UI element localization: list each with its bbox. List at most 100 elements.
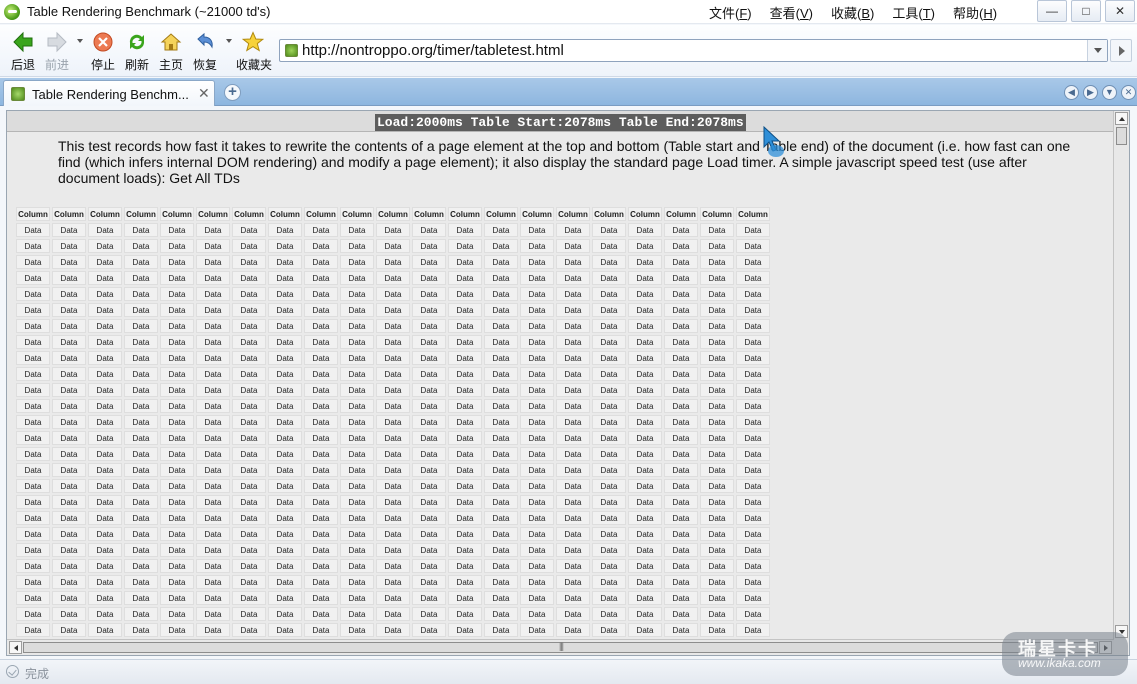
restore-button[interactable]: 恢复	[188, 31, 222, 73]
table-cell: Data	[592, 271, 626, 285]
table-cell: Data	[340, 271, 374, 285]
table-cell: Data	[196, 447, 230, 461]
table-cell: Data	[700, 495, 734, 509]
table-cell: Data	[448, 527, 482, 541]
table-cell: Data	[412, 351, 446, 365]
favorites-button[interactable]: 收藏夹	[236, 31, 272, 73]
refresh-button[interactable]: 刷新	[120, 31, 154, 73]
table-cell: Data	[412, 287, 446, 301]
table-cell: Data	[484, 543, 518, 557]
table-cell: Data	[88, 495, 122, 509]
forward-button[interactable]: 前进	[40, 31, 74, 73]
menu-help[interactable]: 帮助(H)	[944, 2, 1006, 23]
table-cell: Data	[664, 623, 698, 637]
table-cell: Data	[664, 383, 698, 397]
table-cell: Data	[232, 287, 266, 301]
table-cell: Data	[160, 479, 194, 493]
restore-history-dropdown[interactable]	[226, 39, 232, 43]
column-header: Column	[232, 207, 266, 221]
table-cell: Data	[664, 255, 698, 269]
stop-button[interactable]: 停止	[86, 31, 120, 73]
table-cell: Data	[52, 431, 86, 445]
table-cell: Data	[16, 351, 50, 365]
table-cell: Data	[52, 351, 86, 365]
table-cell: Data	[484, 303, 518, 317]
vertical-scroll-thumb[interactable]	[1116, 127, 1127, 145]
menu-bar: 文件(F) 查看(V) 收藏(B) 工具(T) 帮助(H)	[700, 2, 1006, 23]
status-text: 完成	[25, 667, 50, 681]
table-cell: Data	[736, 479, 770, 493]
table-cell: Data	[664, 319, 698, 333]
back-button[interactable]: 后退	[6, 31, 40, 73]
table-cell: Data	[556, 527, 590, 541]
table-cell: Data	[124, 287, 158, 301]
menu-file[interactable]: 文件(F)	[700, 2, 761, 23]
table-cell: Data	[520, 367, 554, 381]
column-header: Column	[412, 207, 446, 221]
table-cell: Data	[664, 271, 698, 285]
new-tab-button[interactable]: +	[224, 84, 241, 101]
table-cell: Data	[16, 335, 50, 349]
timer-readout: Load:2000ms Table Start:2078ms Table End…	[375, 114, 746, 131]
menu-tools[interactable]: 工具(T)	[883, 2, 944, 23]
table-cell: Data	[88, 479, 122, 493]
url-input[interactable]	[302, 41, 1082, 60]
menu-favorites[interactable]: 收藏(B)	[822, 2, 883, 23]
scroll-left-icon[interactable]	[9, 641, 22, 654]
table-cell: Data	[376, 415, 410, 429]
table-cell: Data	[556, 431, 590, 445]
scroll-up-icon[interactable]	[1115, 112, 1128, 125]
column-header: Column	[16, 207, 50, 221]
horizontal-scrollbar[interactable]: |||	[7, 639, 1114, 655]
close-window-button[interactable]: ✕	[1105, 0, 1135, 22]
menu-view[interactable]: 查看(V)	[761, 2, 822, 23]
table-cell: Data	[196, 255, 230, 269]
table-cell: Data	[268, 575, 302, 589]
table-cell: Data	[376, 447, 410, 461]
table-cell: Data	[196, 367, 230, 381]
vertical-scrollbar[interactable]	[1113, 111, 1129, 639]
table-cell: Data	[88, 287, 122, 301]
table-cell: Data	[700, 303, 734, 317]
table-cell: Data	[376, 303, 410, 317]
table-cell: Data	[124, 511, 158, 525]
tab-scroll-right-icon[interactable]: ▶	[1083, 85, 1098, 100]
table-cell: Data	[268, 607, 302, 621]
table-cell: Data	[88, 559, 122, 573]
tab-list-icon[interactable]: ▼	[1102, 85, 1117, 100]
table-cell: Data	[304, 239, 338, 253]
tab-scroll-left-icon[interactable]: ◀	[1064, 85, 1079, 100]
table-row: Data Data Data Data Data Data Data Data Data Data…	[16, 303, 770, 317]
forward-history-dropdown[interactable]	[77, 39, 83, 43]
home-button[interactable]: 主页	[154, 31, 188, 73]
go-button[interactable]	[1110, 39, 1132, 62]
tab-table-rendering-benchmark[interactable]: Table Rendering Benchm... ✕	[3, 80, 215, 106]
table-cell: Data	[304, 255, 338, 269]
table-cell: Data	[376, 431, 410, 445]
table-cell: Data	[376, 559, 410, 573]
table-cell: Data	[88, 319, 122, 333]
table-cell: Data	[52, 415, 86, 429]
table-cell: Data	[52, 559, 86, 573]
table-cell: Data	[196, 607, 230, 621]
url-history-dropdown[interactable]	[1087, 40, 1107, 61]
table-cell: Data	[124, 383, 158, 397]
table-cell: Data	[232, 591, 266, 605]
horizontal-scroll-thumb[interactable]: |||	[23, 641, 1098, 653]
close-tab-icon[interactable]: ✕	[198, 85, 210, 102]
table-cell: Data	[52, 383, 86, 397]
table-cell: Data	[268, 319, 302, 333]
table-cell: Data	[556, 319, 590, 333]
table-cell: Data	[52, 319, 86, 333]
table-cell: Data	[484, 479, 518, 493]
table-cell: Data	[196, 527, 230, 541]
table-cell: Data	[52, 239, 86, 253]
close-all-tabs-icon[interactable]: ✕	[1121, 85, 1136, 100]
table-cell: Data	[124, 607, 158, 621]
maximize-button[interactable]: □	[1071, 0, 1101, 22]
minimize-button[interactable]: —	[1037, 0, 1067, 22]
table-cell: Data	[268, 383, 302, 397]
table-cell: Data	[376, 223, 410, 237]
table-cell: Data	[196, 335, 230, 349]
table-cell: Data	[700, 415, 734, 429]
